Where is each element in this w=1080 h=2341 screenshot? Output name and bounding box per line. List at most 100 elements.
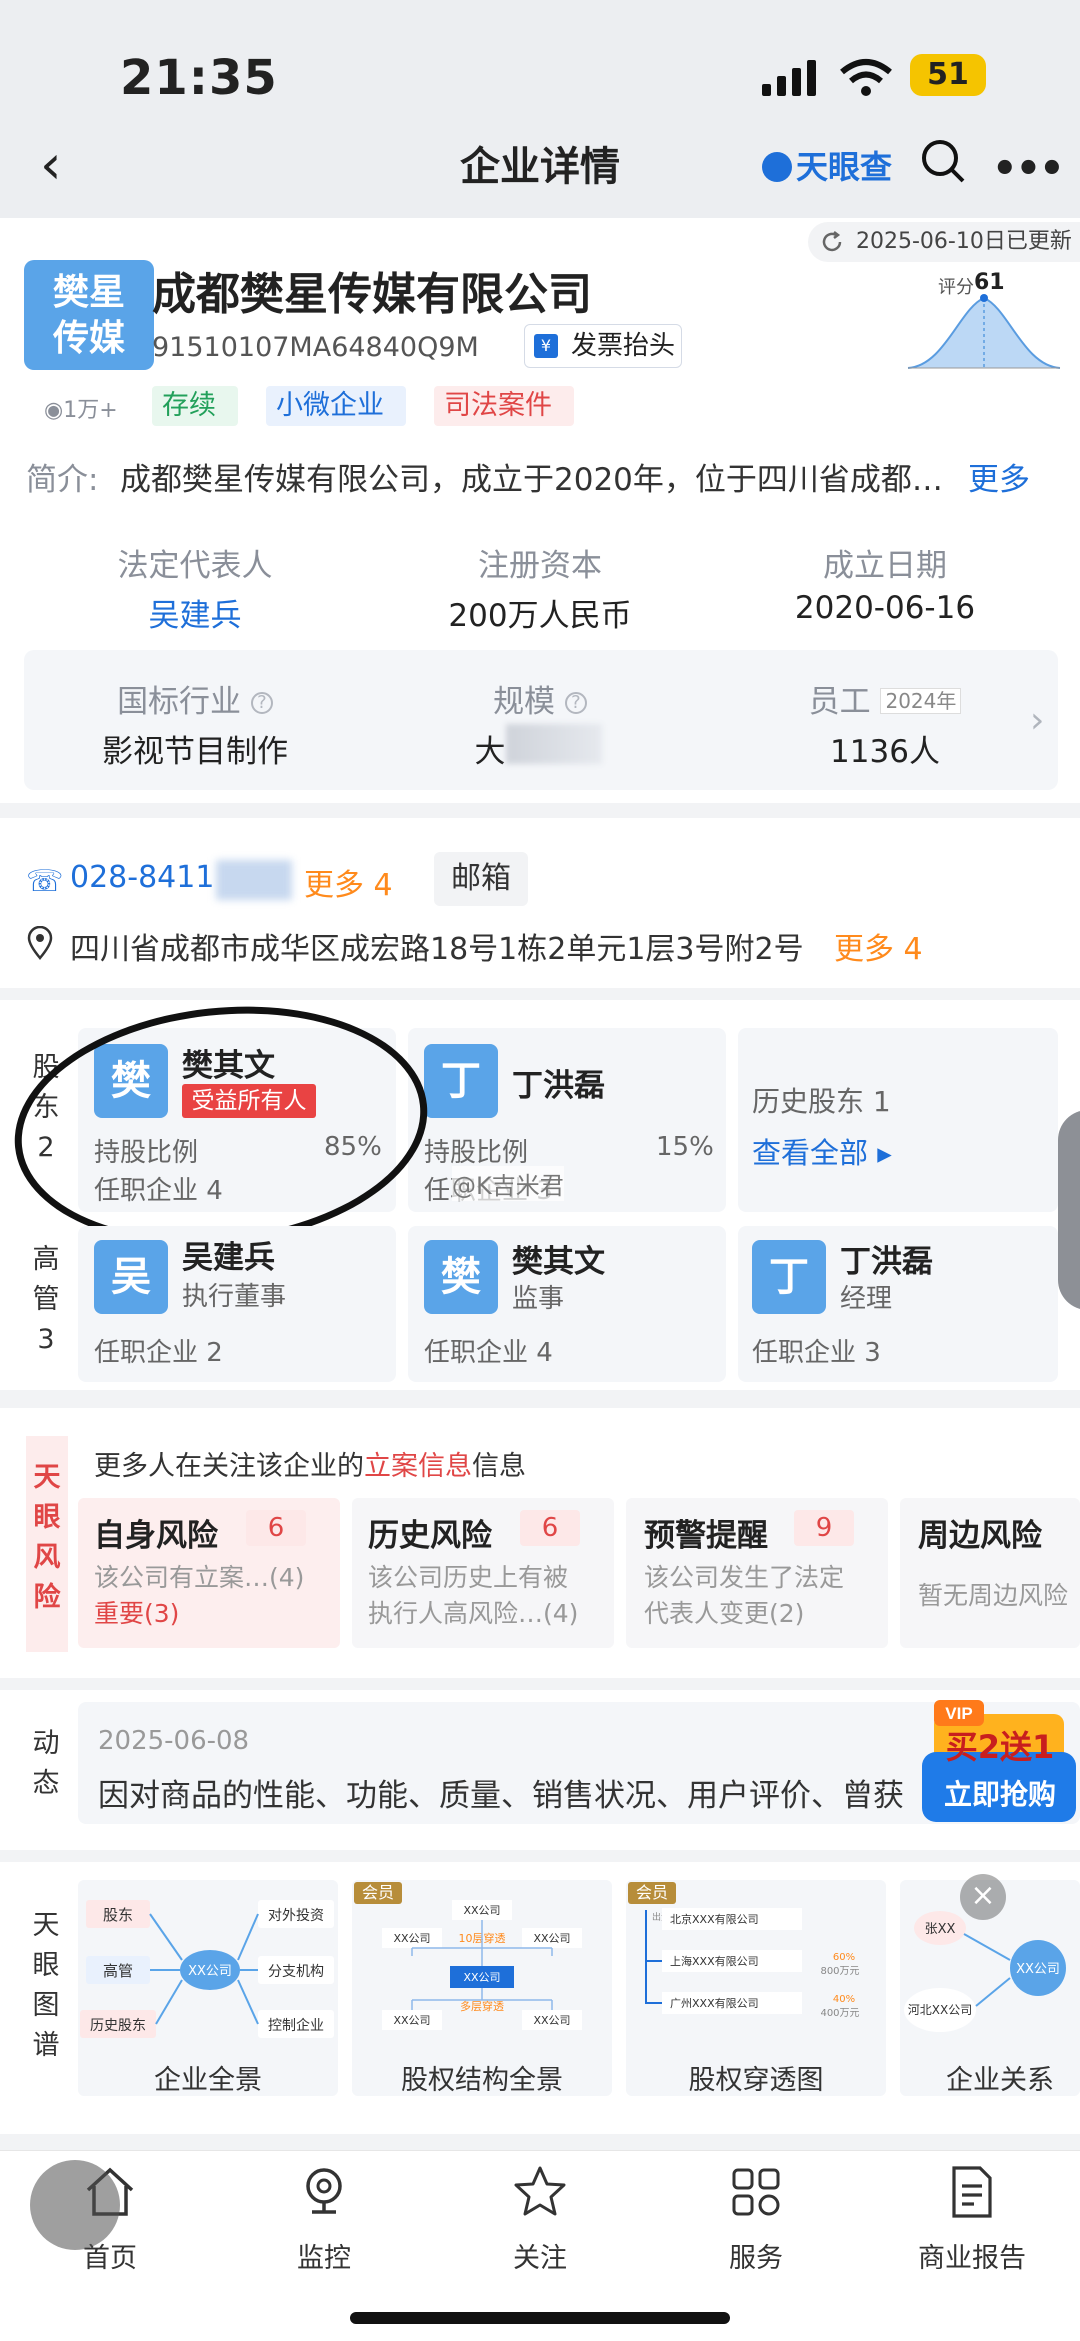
- risk-title: 自身风险: [94, 1518, 218, 1554]
- vip-badge: VIP: [945, 1704, 972, 1723]
- tab-monitor[interactable]: [264, 2162, 384, 2226]
- phone-number[interactable]: 028-8411: [70, 860, 214, 895]
- size-tag[interactable]: 小微企业: [266, 386, 406, 426]
- blurred-region: [506, 724, 602, 764]
- founded-label: 成立日期: [823, 548, 947, 584]
- executive-name[interactable]: 吴建兵: [182, 1232, 275, 1277]
- executive-name[interactable]: 丁洪磊: [840, 1236, 933, 1281]
- view-count: ◉1万+: [44, 392, 118, 424]
- intro-text: 成都樊星传媒有限公司，成立于2020年，位于四川省成都…: [120, 462, 943, 498]
- legal-rep-link[interactable]: 吴建兵: [40, 590, 350, 635]
- node-label: 40%: [833, 1994, 855, 2005]
- floating-button[interactable]: [30, 2160, 120, 2250]
- status-tag[interactable]: 存续: [152, 386, 238, 426]
- tab-label: 监控: [297, 2243, 351, 2274]
- risk-desc: 执行人高风险…(4): [368, 1599, 579, 1628]
- risk-side-label: 天 眼 风 险: [26, 1436, 68, 1652]
- tab-report[interactable]: [912, 2162, 1032, 2226]
- node-label: XX公司: [463, 1971, 500, 1984]
- location-pin-icon: [27, 926, 53, 960]
- side-char: 动: [32, 1728, 60, 1759]
- side-char: 天: [32, 1910, 60, 1941]
- report-icon: [952, 2166, 992, 2218]
- logo-line-1: 樊星: [52, 272, 125, 313]
- company-name: 成都樊星传媒有限公司: [152, 269, 592, 320]
- node-label: XX公司: [463, 1904, 500, 1917]
- logo-line-2: 传媒: [52, 318, 125, 359]
- side-drawer-handle[interactable]: [1058, 1110, 1080, 1310]
- notice-prefix: 更多人在关注该企业的: [94, 1451, 364, 1482]
- home-indicator: [350, 2312, 730, 2324]
- staff-year: 2024年: [880, 688, 962, 714]
- address[interactable]: 四川省成都市成华区成宏路18号1栋2单元1层3号附2号: [70, 924, 804, 968]
- legal-case-tag[interactable]: 司法案件: [434, 386, 574, 426]
- risk-title: 预警提醒: [644, 1518, 768, 1554]
- side-char: 谱: [32, 2030, 60, 2061]
- risk-desc: 该公司发生了法定: [644, 1563, 845, 1592]
- node-label: 多层穿透: [460, 1999, 504, 2013]
- executives-side-label: 高 管 3: [26, 1240, 66, 1360]
- battery-icon: 51: [910, 54, 986, 96]
- chevron-right-icon: ›: [1030, 700, 1045, 741]
- node-label: 400万元: [820, 2008, 859, 2019]
- node-label: 控制企业: [268, 2017, 324, 2034]
- dynamic-text: 因对商品的性能、功能、质量、销售状况、用户评价、曾获: [98, 1778, 904, 1814]
- phone-more-link[interactable]: 更多 4: [304, 860, 393, 904]
- dynamic-side-label: 动 态: [26, 1724, 66, 1804]
- node-label: 股东: [103, 1906, 133, 1924]
- tab-follow[interactable]: [480, 2162, 600, 2226]
- legal-rep-label: 法定代表人: [117, 548, 273, 584]
- brand-eye-icon: [762, 152, 792, 182]
- invoice-icon: ¥: [534, 334, 558, 358]
- node-label: XX公司: [1016, 1962, 1060, 1977]
- staff-value: 1136人: [830, 734, 940, 770]
- jobs-count: 任职企业 4: [424, 1338, 553, 1368]
- brand-logo: 天眼查: [762, 142, 892, 188]
- refresh-icon: [822, 231, 842, 252]
- node-label: XX公司: [393, 1932, 430, 1945]
- tab-service[interactable]: [696, 2162, 816, 2226]
- update-status: 2025-06-10日已更新: [808, 222, 1080, 262]
- scale-value: 大: [474, 734, 506, 770]
- capital-value: 200万人民币: [448, 598, 632, 634]
- capital-label: 注册资本: [478, 548, 602, 584]
- email-button[interactable]: 邮箱: [434, 852, 528, 906]
- side-char: 图: [32, 1990, 60, 2021]
- intro-more-link[interactable]: 更多: [968, 454, 1030, 499]
- signal-icon: [762, 60, 816, 96]
- ratio-value: 15%: [656, 1132, 714, 1162]
- executive-role: 监事: [512, 1284, 565, 1314]
- page-title: 企业详情: [460, 144, 620, 190]
- brand-name: 天眼查: [796, 148, 893, 186]
- watermark: @K吉米君: [452, 1166, 564, 1201]
- risk-title: 历史风险: [368, 1518, 492, 1554]
- node-label: XX公司: [533, 1932, 570, 1945]
- node-label: 60%: [833, 1952, 855, 1963]
- node-label: 高管: [103, 1962, 133, 1980]
- shareholder-name[interactable]: 丁洪磊: [512, 1060, 605, 1105]
- node-label: 对外投资: [268, 1908, 324, 1924]
- search-icon[interactable]: [920, 138, 966, 184]
- member-badge: 会员: [354, 1882, 402, 1904]
- view-all-link[interactable]: 查看全部 ▸: [752, 1130, 892, 1172]
- graph-label: 企业关系: [946, 2065, 1054, 2096]
- vip-cta: 立即抢购: [944, 1778, 1056, 1811]
- tab-label: 服务: [729, 2243, 783, 2274]
- address-more-link[interactable]: 更多 4: [834, 924, 923, 968]
- executive-name[interactable]: 樊其文: [512, 1236, 605, 1281]
- side-char: 风: [33, 1542, 61, 1573]
- history-shareholders-card[interactable]: [738, 1028, 1058, 1212]
- industry-label-text: 国标行业: [117, 684, 242, 720]
- scale-label: 规模 ?: [385, 676, 695, 721]
- more-icon[interactable]: •••: [992, 146, 1065, 192]
- risk-count: 9: [794, 1510, 854, 1546]
- node-label: XX公司: [393, 2014, 430, 2027]
- vip-promo-icon[interactable]: VIP 买2送1 立即抢购: [916, 1696, 1078, 1834]
- founded-value: 2020-06-16: [794, 590, 976, 626]
- status-time: 21:35: [120, 50, 278, 106]
- risk-desc: 该公司有立案…(4): [94, 1563, 305, 1592]
- notice-highlight: 立案信息: [364, 1451, 472, 1482]
- close-icon[interactable]: ×: [960, 1874, 1006, 1920]
- credit-code: 91510107MA64840Q9M: [152, 332, 479, 363]
- risk-notice[interactable]: 更多人在关注该企业的立案信息信息: [94, 1444, 526, 1483]
